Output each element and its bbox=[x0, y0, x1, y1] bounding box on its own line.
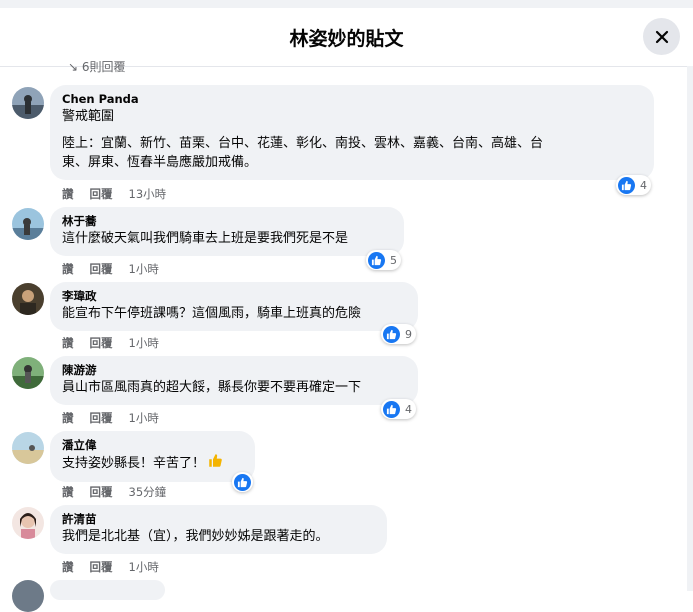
reaction-badge[interactable]: 9 bbox=[381, 324, 416, 344]
avatar[interactable] bbox=[12, 87, 44, 119]
comment-text: 能宣布下午停班課嗎？這個風雨，騎車上班真的危險 bbox=[62, 306, 362, 321]
comment-author[interactable]: 林于蕎 bbox=[62, 214, 392, 229]
comment-bubble: 林于蕎 這什麼破天氣叫我們騎車去上班是要我們死是不是 bbox=[50, 207, 404, 256]
reaction-badge[interactable]: 5 bbox=[366, 250, 401, 270]
comment-time[interactable]: 1小時 bbox=[129, 559, 159, 575]
comment-actions: 讚 回覆 1小時 bbox=[62, 559, 175, 575]
comment-bubble: 李瑋政 能宣布下午停班課嗎？這個風雨，騎車上班真的危險 bbox=[50, 282, 418, 331]
reply-button[interactable]: 回覆 bbox=[90, 484, 113, 500]
like-button[interactable]: 讚 bbox=[62, 410, 74, 426]
comment-text: 支持姿妙縣長！辛苦了！ bbox=[62, 453, 243, 474]
like-reaction-icon bbox=[383, 400, 400, 418]
like-reaction-icon bbox=[368, 251, 385, 269]
comment-time[interactable]: 35分鐘 bbox=[129, 484, 167, 500]
comment-bubble: 許清苗 我們是北北基（宜），我們妙妙姊是跟著走的。 bbox=[50, 505, 387, 554]
reaction-count: 4 bbox=[405, 402, 412, 416]
thumbs-up-emoji-icon bbox=[208, 453, 223, 474]
reaction-count: 5 bbox=[390, 253, 397, 267]
comment-text: 警戒範圍 bbox=[62, 109, 115, 124]
comment-bubble bbox=[50, 580, 165, 600]
avatar[interactable] bbox=[12, 357, 44, 389]
like-reaction-icon bbox=[234, 473, 251, 491]
comment-text: 我們是北北基（宜），我們妙妙姊是跟著走的。 bbox=[62, 529, 329, 544]
like-reaction-icon bbox=[383, 325, 400, 343]
avatar[interactable] bbox=[12, 580, 44, 612]
close-button[interactable] bbox=[643, 18, 680, 55]
reply-button[interactable]: 回覆 bbox=[90, 559, 113, 575]
comment-bubble: Chen Panda 警戒範圍 陸上：宜蘭、新竹、苗栗、台中、花蓮、彰化、南投、… bbox=[50, 85, 654, 180]
like-button[interactable]: 讚 bbox=[62, 559, 74, 575]
reaction-badge[interactable]: 4 bbox=[381, 399, 416, 419]
comment-time[interactable]: 1小時 bbox=[129, 410, 159, 426]
like-reaction-icon bbox=[618, 176, 635, 194]
comment-text: 陸上：宜蘭、新竹、苗栗、台中、花蓮、彰化、南投、雲林、嘉義、台南、高雄、台 東、… bbox=[62, 136, 544, 170]
comment-actions: 讚 回覆 35分鐘 bbox=[62, 484, 182, 500]
comment-author[interactable]: Chen Panda bbox=[62, 92, 642, 107]
reply-button[interactable]: 回覆 bbox=[90, 335, 113, 351]
reaction-count: 4 bbox=[640, 178, 647, 192]
reaction-badge[interactable]: 4 bbox=[616, 175, 651, 195]
like-button[interactable]: 讚 bbox=[62, 186, 74, 202]
comment-author[interactable]: 陳游游 bbox=[62, 363, 406, 378]
view-replies-link[interactable]: ↘ 6則回覆 bbox=[68, 58, 126, 75]
avatar[interactable] bbox=[12, 432, 44, 464]
comment-text: 員山市區風雨真的超大餒，縣長你要不要再確定一下 bbox=[62, 380, 362, 395]
comment-actions: 讚 回覆 1小時 bbox=[62, 261, 175, 277]
like-button[interactable]: 讚 bbox=[62, 484, 74, 500]
like-button[interactable]: 讚 bbox=[62, 261, 74, 277]
top-strip bbox=[0, 0, 693, 8]
reaction-count: 9 bbox=[405, 327, 412, 341]
reaction-badge[interactable] bbox=[232, 472, 253, 492]
avatar[interactable] bbox=[12, 208, 44, 240]
comment-author[interactable]: 許清苗 bbox=[62, 512, 375, 527]
comment-time[interactable]: 1小時 bbox=[129, 335, 159, 351]
comment-time[interactable]: 1小時 bbox=[129, 261, 159, 277]
reply-button[interactable]: 回覆 bbox=[90, 186, 113, 202]
comment-author[interactable]: 李瑋政 bbox=[62, 289, 406, 304]
like-button[interactable]: 讚 bbox=[62, 335, 74, 351]
comment-actions: 讚 回覆 1小時 bbox=[62, 410, 175, 426]
comment-text-content: 支持姿妙縣長！辛苦了！ bbox=[62, 456, 206, 471]
comment-actions: 讚 回覆 1小時 bbox=[62, 335, 175, 351]
comment-actions: 讚 回覆 13小時 bbox=[62, 186, 182, 202]
dialog-title: 林姿妙的貼文 bbox=[289, 28, 404, 50]
close-icon bbox=[655, 30, 668, 43]
avatar[interactable] bbox=[12, 507, 44, 539]
comment-author[interactable]: 潘立偉 bbox=[62, 438, 243, 453]
comment-bubble: 陳游游 員山市區風雨真的超大餒，縣長你要不要再確定一下 bbox=[50, 356, 418, 405]
reply-button[interactable]: 回覆 bbox=[90, 261, 113, 277]
comment-bubble: 潘立偉 支持姿妙縣長！辛苦了！ bbox=[50, 431, 255, 482]
scrollbar[interactable] bbox=[687, 66, 693, 591]
comment-time[interactable]: 13小時 bbox=[129, 186, 167, 202]
comment-text: 這什麼破天氣叫我們騎車去上班是要我們死是不是 bbox=[62, 231, 349, 246]
reply-button[interactable]: 回覆 bbox=[90, 410, 113, 426]
avatar[interactable] bbox=[12, 283, 44, 315]
